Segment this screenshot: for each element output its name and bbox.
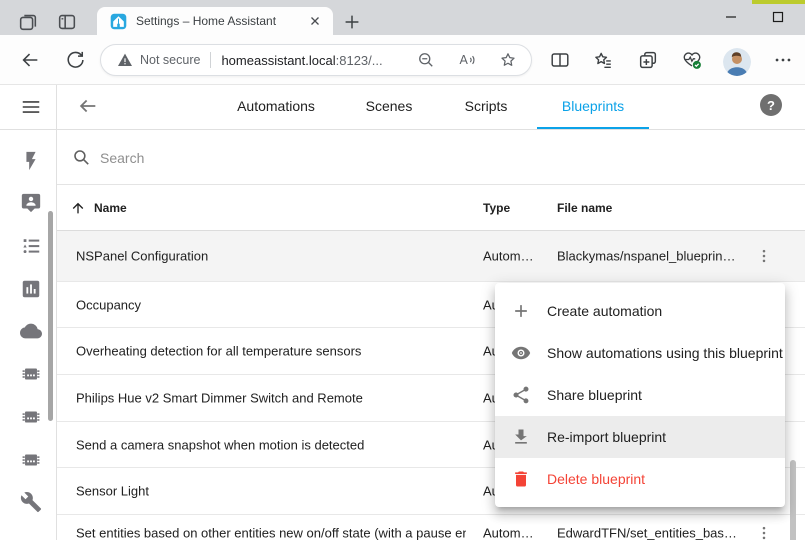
- background-window-strip: [752, 0, 805, 4]
- row-file: EdwardTFN/set_entities_bas…: [557, 526, 743, 540]
- row-file: Blackymas/nspanel_blueprin…: [557, 249, 743, 264]
- sidebar-divider: [56, 85, 57, 540]
- person-badge-icon[interactable]: [20, 192, 42, 214]
- not-secure-warning-icon: [117, 52, 133, 68]
- not-secure-label: Not secure: [140, 53, 200, 67]
- menu-item-create-automation[interactable]: Create automation: [495, 290, 785, 332]
- tab-blueprints[interactable]: Blueprints: [562, 98, 624, 114]
- menu-item-share-blueprint[interactable]: Share blueprint: [495, 374, 785, 416]
- collections-icon[interactable]: [637, 49, 659, 71]
- flash-icon[interactable]: [20, 150, 42, 172]
- sidebar-menu-icon[interactable]: [20, 96, 42, 118]
- home-assistant-favicon: [110, 13, 127, 30]
- sort-ascending-icon[interactable]: [70, 200, 86, 216]
- eye-icon: [511, 343, 531, 363]
- tab-title: Settings – Home Assistant: [136, 14, 296, 28]
- ha-back-icon[interactable]: [77, 95, 99, 117]
- browser-essentials-icon[interactable]: [681, 49, 703, 71]
- split-screen-icon[interactable]: [549, 49, 571, 71]
- browser-window: Settings – Home Assistant Not secur: [0, 0, 805, 540]
- help-icon[interactable]: ?: [760, 94, 782, 116]
- row-overflow-menu-icon[interactable]: [750, 242, 778, 270]
- plus-icon: [511, 301, 531, 321]
- more-menu-icon[interactable]: [772, 49, 794, 71]
- row-name: Sensor Light: [76, 484, 149, 499]
- tab-scenes[interactable]: Scenes: [366, 98, 413, 114]
- url-host: homeassistant.local: [221, 53, 335, 68]
- tab-close-icon[interactable]: [307, 13, 323, 29]
- browser-tab[interactable]: Settings – Home Assistant: [97, 7, 333, 35]
- maximize-icon[interactable]: [766, 6, 790, 28]
- menu-item-label: Share blueprint: [547, 387, 642, 403]
- row-overflow-menu-icon[interactable]: [750, 519, 778, 540]
- menu-item-delete-blueprint[interactable]: Delete blueprint: [495, 458, 785, 500]
- profile-avatar[interactable]: [723, 48, 751, 76]
- menu-item-label: Delete blueprint: [547, 471, 645, 487]
- row-name: Overheating detection for all temperatur…: [76, 344, 361, 359]
- menu-item-reimport-blueprint[interactable]: Re-import blueprint: [495, 416, 785, 458]
- search-icon: [72, 148, 91, 167]
- row-name: Philips Hue v2 Smart Dimmer Switch and R…: [76, 391, 363, 406]
- menu-item-label: Create automation: [547, 303, 662, 319]
- column-header-file[interactable]: File name: [557, 201, 612, 215]
- row-name: NSPanel Configuration: [76, 249, 208, 264]
- browser-toolbar: Not secure homeassistant.local:8123/... …: [0, 35, 805, 85]
- back-icon[interactable]: [19, 49, 41, 71]
- menu-item-label: Re-import blueprint: [547, 429, 666, 445]
- url-path: :8123/...: [336, 53, 383, 68]
- history-chart-icon[interactable]: [20, 278, 42, 300]
- search-row: [56, 130, 805, 185]
- table-row[interactable]: Set entities based on other entities new…: [56, 515, 805, 540]
- svg-text:A: A: [460, 53, 469, 67]
- table-header: Name Type File name: [56, 185, 805, 231]
- wrench-icon[interactable]: [20, 491, 42, 513]
- chip-icon[interactable]: [20, 363, 42, 385]
- search-input[interactable]: [100, 146, 520, 170]
- tab-automations[interactable]: Automations: [237, 98, 315, 114]
- zoom-out-icon[interactable]: [416, 50, 436, 70]
- home-assistant-page: Automations Scenes Scripts Blueprints ? …: [0, 85, 805, 540]
- vertical-tabs-icon[interactable]: [56, 11, 78, 33]
- favorite-star-icon[interactable]: [498, 50, 518, 70]
- minimize-icon[interactable]: [719, 6, 743, 28]
- cloud-icon[interactable]: [20, 320, 42, 342]
- chip-icon[interactable]: [20, 406, 42, 428]
- favorites-hub-icon[interactable]: [592, 49, 614, 71]
- column-header-type[interactable]: Type: [483, 201, 510, 215]
- column-header-name[interactable]: Name: [94, 201, 127, 215]
- row-name: Set entities based on other entities new…: [76, 526, 466, 540]
- page-scrollbar[interactable]: [790, 460, 796, 540]
- sidebar-scrollbar[interactable]: [48, 211, 53, 421]
- chip-icon[interactable]: [20, 449, 42, 471]
- workspaces-icon[interactable]: [17, 11, 39, 33]
- download-icon: [511, 427, 531, 447]
- trash-icon: [511, 469, 531, 489]
- row-type: Autom…: [483, 526, 545, 540]
- read-aloud-icon[interactable]: A: [457, 50, 477, 70]
- tab-scripts[interactable]: Scripts: [465, 98, 508, 114]
- row-name: Occupancy: [76, 297, 141, 312]
- header-divider: [0, 129, 805, 130]
- row-type: Autom…: [483, 249, 545, 264]
- table-row[interactable]: NSPanel Configuration Autom… Blackymas/n…: [56, 231, 805, 282]
- blueprint-context-menu: Create automation Show automations using…: [495, 283, 785, 507]
- refresh-icon[interactable]: [64, 49, 86, 71]
- address-bar[interactable]: Not secure homeassistant.local:8123/... …: [100, 44, 532, 76]
- menu-item-show-automations[interactable]: Show automations using this blueprint: [495, 332, 785, 374]
- row-name: Send a camera snapshot when motion is de…: [76, 437, 364, 452]
- new-tab-icon[interactable]: [341, 11, 363, 33]
- share-icon: [511, 385, 531, 405]
- logbook-list-icon[interactable]: [20, 235, 42, 257]
- address-separator: [210, 52, 211, 68]
- browser-titlebar: Settings – Home Assistant: [0, 0, 805, 35]
- menu-item-label: Show automations using this blueprint: [547, 345, 783, 361]
